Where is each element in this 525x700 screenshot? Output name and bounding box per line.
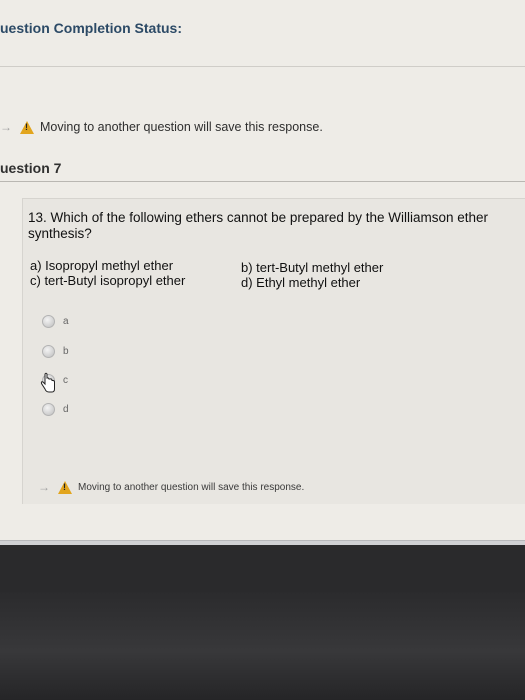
choice-a[interactable]: a [42, 315, 69, 328]
question-heading: uestion 7 [0, 160, 62, 176]
option-b-text: b) tert-Butyl methyl ether [241, 260, 384, 275]
divider [0, 181, 525, 182]
save-warning-top: → Moving to another question will save t… [0, 120, 323, 134]
browser-content: uestion Completion Status: → Moving to a… [0, 0, 525, 545]
radio-button[interactable] [42, 315, 55, 328]
warning-icon [20, 120, 34, 134]
option-d-text: d) Ethyl methyl ether [241, 275, 361, 290]
choice-label: d [63, 404, 69, 415]
choice-b[interactable]: b [42, 345, 69, 358]
choice-label: a [63, 316, 69, 327]
question-text: 13. Which of the following ethers cannot… [28, 210, 489, 241]
completion-status-heading: uestion Completion Status: [0, 20, 182, 36]
monitor-bezel [0, 592, 525, 700]
warning-icon [58, 480, 72, 494]
option-a-text: a) Isopropyl methyl ether [30, 258, 174, 273]
option-c-text: c) tert-Butyl isopropyl ether [30, 273, 186, 288]
save-warning-bottom: → Moving to another question will save t… [38, 480, 304, 494]
divider [0, 66, 525, 67]
save-warning-text: Moving to another question will save thi… [40, 120, 323, 134]
arrow-icon: → [38, 480, 50, 494]
save-warning-text: Moving to another question will save thi… [78, 481, 305, 493]
radio-button[interactable] [42, 345, 55, 358]
taskbar: W X P P N [0, 540, 525, 545]
hand-cursor-icon [40, 372, 55, 393]
arrow-icon: → [0, 120, 12, 134]
choice-d[interactable]: d [42, 403, 69, 416]
choice-label: c [63, 375, 68, 386]
choice-label: b [63, 346, 69, 357]
question-panel [22, 198, 525, 504]
radio-button[interactable] [42, 403, 55, 416]
